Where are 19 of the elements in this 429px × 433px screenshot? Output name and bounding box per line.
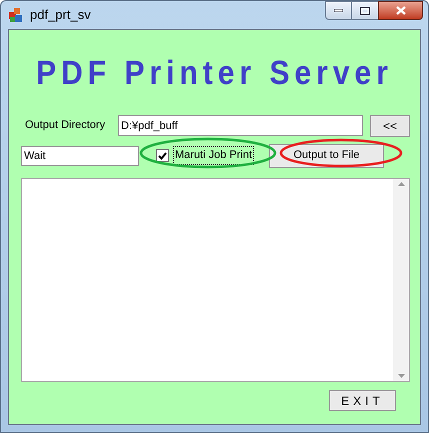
minimize-button[interactable] [325, 1, 352, 20]
browse-button[interactable]: << [370, 114, 410, 136]
checkbox-label[interactable]: Maruti Job Print [173, 146, 254, 165]
close-icon [396, 6, 406, 15]
minimize-icon [334, 9, 343, 12]
checkbox[interactable] [156, 149, 169, 162]
maximize-button[interactable] [352, 1, 378, 20]
check-icon [158, 152, 167, 160]
close-button[interactable] [378, 1, 423, 20]
directory-field[interactable]: D:¥pdf_buff [118, 115, 363, 136]
scroll-up-icon [398, 182, 404, 186]
field-label: Output Directory [25, 118, 106, 134]
exit-button[interactable]: EXIT [329, 390, 396, 411]
status-field[interactable]: Wait [21, 146, 139, 166]
scroll-down-icon [398, 374, 404, 378]
app-heading: PDF Printer Server [36, 54, 393, 94]
maximize-icon [360, 6, 370, 14]
app-icon [8, 7, 24, 23]
window-title: pdf_prt_sv [30, 6, 91, 24]
